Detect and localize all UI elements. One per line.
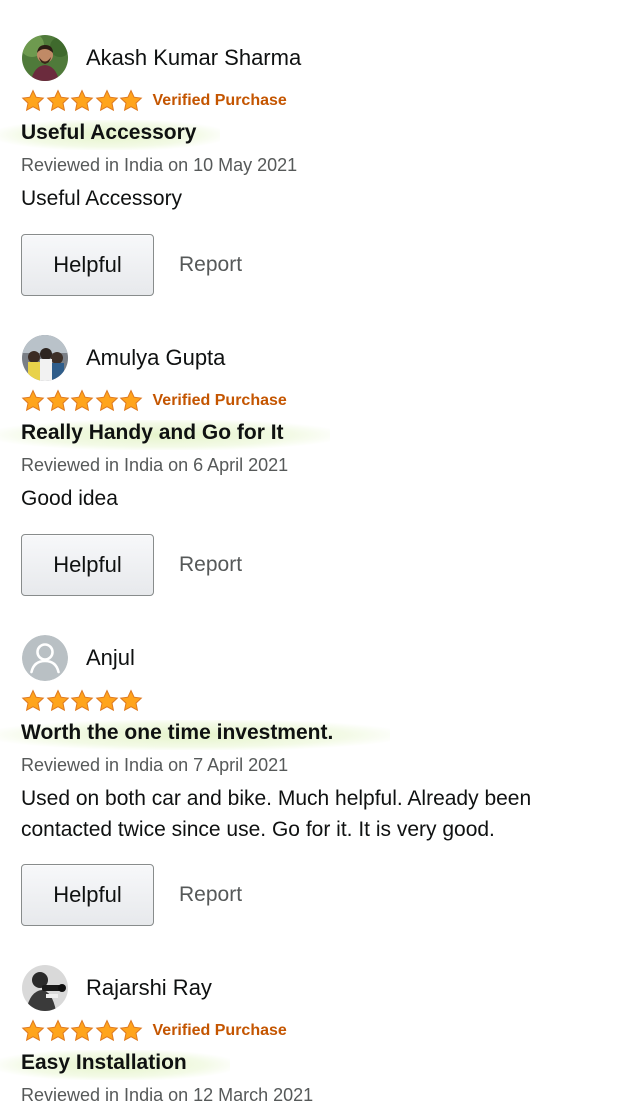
star-icon: [21, 1019, 45, 1042]
star-icon: [46, 1019, 69, 1042]
reviewer-name: Anjul: [86, 645, 135, 670]
star-icon: [119, 1019, 143, 1042]
star-rating[interactable]: [21, 389, 144, 413]
star-icon: [70, 689, 94, 712]
review-date: Reviewed in India on 6 April 2021: [21, 455, 289, 475]
star-icon: [21, 89, 45, 112]
review-title[interactable]: Easy Installation: [21, 1051, 187, 1075]
reviewer-profile[interactable]: Anjul: [22, 634, 135, 682]
review-date: Reviewed in India on 10 May 2021: [21, 155, 298, 175]
review-title[interactable]: Really Handy and Go for It: [21, 421, 284, 445]
review-date: Reviewed in India on 7 April 2021: [21, 755, 289, 775]
star-rating[interactable]: [21, 89, 144, 113]
rating-row: Verified Purchase: [21, 388, 287, 414]
reviewer-name: Akash Kumar Sharma: [86, 45, 302, 70]
star-icon: [95, 89, 118, 112]
star-icon: [119, 89, 143, 112]
report-link[interactable]: Report: [179, 234, 242, 296]
reviewer-profile[interactable]: Akash Kumar Sharma: [22, 34, 301, 82]
helpful-button[interactable]: Helpful: [21, 864, 154, 926]
reviewer-profile[interactable]: Amulya Gupta: [22, 334, 225, 382]
rating-row: [21, 688, 144, 714]
review-body: Used on both car and bike. Much helpful.…: [21, 787, 532, 841]
star-icon: [21, 689, 45, 712]
star-icon: [21, 389, 45, 412]
star-icon: [70, 89, 94, 112]
reviewer-name: Amulya Gupta: [86, 345, 226, 370]
reviews-list: Akash Kumar Sharma Verified Purchase Use…: [0, 0, 621, 1104]
review-body: Useful Accessory: [21, 187, 183, 210]
star-icon: [46, 89, 69, 112]
rating-row: Verified Purchase: [21, 1018, 287, 1044]
helpful-button[interactable]: Helpful: [21, 534, 154, 596]
star-icon: [119, 689, 143, 712]
reviewer-profile[interactable]: Rajarshi Ray: [22, 964, 212, 1012]
helpful-button[interactable]: Helpful: [21, 234, 154, 296]
star-icon: [70, 1019, 94, 1042]
review-title[interactable]: Worth the one time investment.: [21, 721, 333, 745]
reviewer-name: Rajarshi Ray: [86, 975, 212, 1000]
report-link[interactable]: Report: [179, 534, 242, 596]
avatar: [22, 35, 68, 81]
star-icon: [46, 689, 69, 712]
star-rating[interactable]: [21, 1019, 144, 1043]
review-body: Good idea: [21, 487, 118, 510]
avatar: [22, 335, 68, 381]
review-date: Reviewed in India on 12 March 2021: [21, 1085, 314, 1104]
star-icon: [95, 389, 118, 412]
verified-purchase-badge: Verified Purchase: [152, 392, 287, 409]
rating-row: Verified Purchase: [21, 88, 287, 114]
star-icon: [95, 1019, 118, 1042]
default-user-icon: [22, 635, 68, 681]
verified-purchase-badge: Verified Purchase: [152, 92, 287, 109]
review-title[interactable]: Useful Accessory: [21, 121, 196, 145]
star-icon: [119, 389, 143, 412]
avatar: [22, 965, 68, 1011]
star-rating[interactable]: [21, 689, 144, 713]
star-icon: [95, 689, 118, 712]
star-icon: [70, 389, 94, 412]
verified-purchase-badge: Verified Purchase: [152, 1022, 287, 1039]
star-icon: [46, 389, 69, 412]
report-link[interactable]: Report: [179, 864, 242, 926]
